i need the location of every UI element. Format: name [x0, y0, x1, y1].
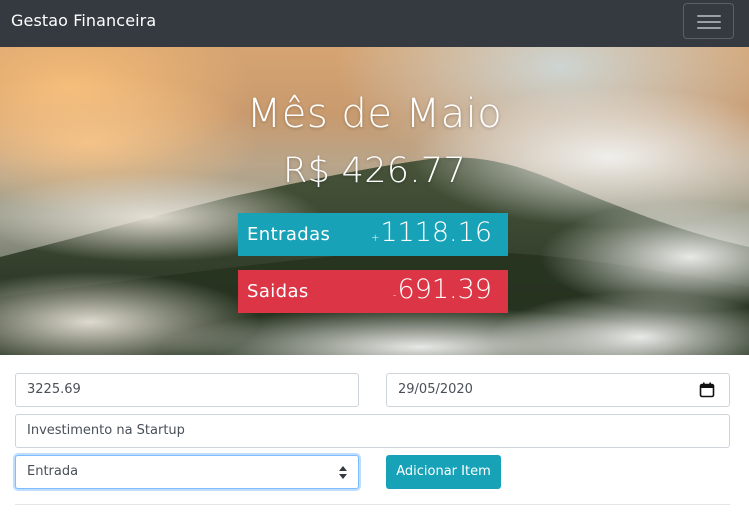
- calendar-icon[interactable]: [699, 382, 715, 398]
- amount-input[interactable]: 3225.69: [15, 373, 359, 407]
- brand-title[interactable]: Gestao Financeira: [11, 11, 156, 31]
- select-arrows-icon: [339, 466, 347, 479]
- income-sign: +: [370, 233, 380, 244]
- type-select[interactable]: Entrada: [15, 455, 359, 489]
- description-input[interactable]: Investimento na Startup: [15, 414, 730, 448]
- form-divider: [15, 504, 730, 505]
- description-input-value: Investimento na Startup: [27, 423, 185, 438]
- expense-sign: -: [392, 290, 397, 301]
- income-value-wrap: +1118.16: [371, 217, 492, 248]
- expense-value: 691.39: [397, 274, 492, 305]
- balance-total: R$ 426.77: [283, 151, 466, 191]
- income-label: Entradas: [247, 224, 331, 245]
- hero-banner: Mês de Maio R$ 426.77 Entradas +1118.16 …: [0, 47, 749, 355]
- add-item-button[interactable]: Adicionar Item: [386, 455, 501, 489]
- expense-value-wrap: -691.39: [393, 274, 492, 305]
- date-input[interactable]: 29/05/2020: [386, 373, 730, 407]
- expense-summary: Saidas -691.39: [238, 270, 508, 313]
- expense-label: Saidas: [247, 281, 309, 302]
- navbar: Gestao Financeira: [0, 0, 749, 47]
- date-input-value: 29/05/2020: [398, 382, 473, 397]
- income-summary: Entradas +1118.16: [238, 213, 508, 256]
- menu-toggle-button[interactable]: [683, 3, 734, 39]
- amount-input-value: 3225.69: [27, 382, 81, 397]
- type-select-value: Entrada: [27, 464, 79, 479]
- month-title: Mês de Maio: [246, 91, 503, 137]
- income-value: 1118.16: [380, 217, 492, 248]
